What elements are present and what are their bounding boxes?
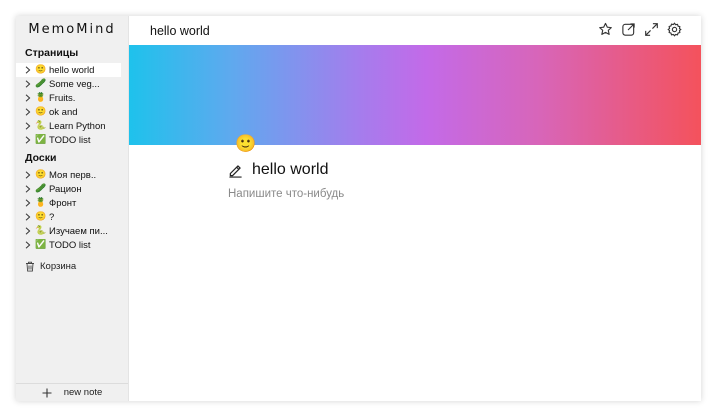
- page-header: hello world: [228, 161, 328, 179]
- item-emoji-icon: 🥒: [35, 79, 47, 89]
- item-emoji-icon: ✅: [35, 135, 47, 145]
- page-emoji-icon[interactable]: 🙂: [235, 134, 256, 154]
- sidebar-board-item[interactable]: 🙂?: [16, 210, 128, 224]
- settings-icon[interactable]: [667, 22, 682, 37]
- chevron-right-icon[interactable]: [25, 213, 35, 221]
- open-external-icon[interactable]: [621, 22, 636, 37]
- chevron-right-icon[interactable]: [25, 171, 35, 179]
- sidebar-page-item[interactable]: 🙂 hello world: [16, 63, 121, 77]
- boards-section-title: Доски: [25, 152, 57, 164]
- plus-icon: [42, 388, 52, 397]
- item-emoji-icon: 🥒: [35, 184, 47, 194]
- sidebar-board-item[interactable]: ✅ TODO list: [16, 238, 128, 252]
- page-cover[interactable]: [129, 45, 701, 145]
- item-emoji-icon: 🙂: [35, 107, 47, 117]
- app-window: MemoMind Страницы 🙂 hello world 🥒 Some veg.…: [16, 16, 701, 401]
- item-label: Рацион: [49, 183, 82, 195]
- page-title[interactable]: hello world: [252, 161, 328, 179]
- item-label: ?: [49, 211, 55, 223]
- chevron-right-icon[interactable]: [25, 94, 35, 102]
- chevron-right-icon[interactable]: [25, 66, 35, 74]
- sidebar-board-item[interactable]: 🐍 Изучаем пи...: [16, 224, 128, 238]
- topbar-title: hello world: [150, 23, 210, 38]
- chevron-right-icon[interactable]: [25, 241, 35, 249]
- app-logo: MemoMind: [28, 22, 116, 37]
- page-body-placeholder[interactable]: Напишите что-нибудь: [228, 188, 344, 200]
- item-emoji-icon: 🙂: [35, 65, 47, 75]
- star-icon[interactable]: [598, 22, 613, 37]
- sidebar-board-item[interactable]: 🙂 Моя перв..: [16, 168, 128, 182]
- pages-tree: 🙂 hello world 🥒 Some veg... 🍍 Fruits. 🙂 ok and 🐍…: [16, 63, 128, 147]
- sidebar-page-item[interactable]: 🐍 Learn Python: [16, 119, 128, 133]
- sidebar-board-item[interactable]: 🥒 Рацион: [16, 182, 128, 196]
- item-label: Моя перв..: [49, 169, 97, 181]
- trash-label: Корзина: [40, 260, 77, 272]
- sidebar: MemoMind Страницы 🙂 hello world 🥒 Some veg.…: [16, 16, 129, 401]
- item-label: Fruits.: [49, 92, 76, 104]
- item-label: TODO list: [49, 134, 91, 146]
- sidebar-page-item[interactable]: ✅ TODO list: [16, 133, 128, 147]
- chevron-right-icon[interactable]: [25, 227, 35, 235]
- chevron-right-icon[interactable]: [25, 199, 35, 207]
- sidebar-board-item[interactable]: 🍍 Фронт: [16, 196, 128, 210]
- trash-button[interactable]: Корзина: [16, 258, 128, 274]
- item-label: Learn Python: [49, 120, 106, 132]
- topbar: hello world: [129, 16, 701, 45]
- item-emoji-icon: 🙂: [35, 212, 47, 222]
- chevron-right-icon[interactable]: [25, 108, 35, 116]
- sidebar-page-item[interactable]: 🥒 Some veg...: [16, 77, 128, 91]
- item-label: ok and: [49, 106, 78, 118]
- item-label: Some veg...: [49, 78, 100, 90]
- item-label: Фронт: [49, 197, 77, 209]
- item-emoji-icon: 🐍: [35, 121, 47, 131]
- item-emoji-icon: 🐍: [35, 226, 47, 236]
- chevron-right-icon[interactable]: [25, 185, 35, 193]
- item-label: hello world: [49, 64, 95, 76]
- chevron-right-icon[interactable]: [25, 122, 35, 130]
- pencil-icon[interactable]: [228, 163, 243, 178]
- item-emoji-icon: 🍍: [35, 93, 47, 103]
- sidebar-page-item[interactable]: 🙂 ok and: [16, 105, 128, 119]
- main-content: hello world 🙂 hello world Напишите что-н…: [129, 16, 701, 401]
- pages-section-title: Страницы: [25, 47, 79, 59]
- item-emoji-icon: 🙂: [35, 170, 47, 180]
- item-emoji-icon: ✅: [35, 240, 47, 250]
- chevron-right-icon[interactable]: [25, 136, 35, 144]
- chevron-right-icon[interactable]: [25, 80, 35, 88]
- item-label: TODO list: [49, 239, 91, 251]
- boards-tree: 🙂 Моя перв.. 🥒 Рацион 🍍 Фронт 🙂? 🐍 Изучаем пи...…: [16, 168, 128, 252]
- item-label: Изучаем пи...: [49, 225, 108, 237]
- trash-icon: [26, 261, 34, 272]
- new-note-label: new note: [63, 387, 103, 398]
- sidebar-page-item[interactable]: 🍍 Fruits.: [16, 91, 128, 105]
- expand-icon[interactable]: [644, 22, 659, 37]
- item-emoji-icon: 🍍: [35, 198, 47, 208]
- topbar-actions: [598, 22, 682, 37]
- new-note-button[interactable]: new note: [16, 383, 128, 401]
